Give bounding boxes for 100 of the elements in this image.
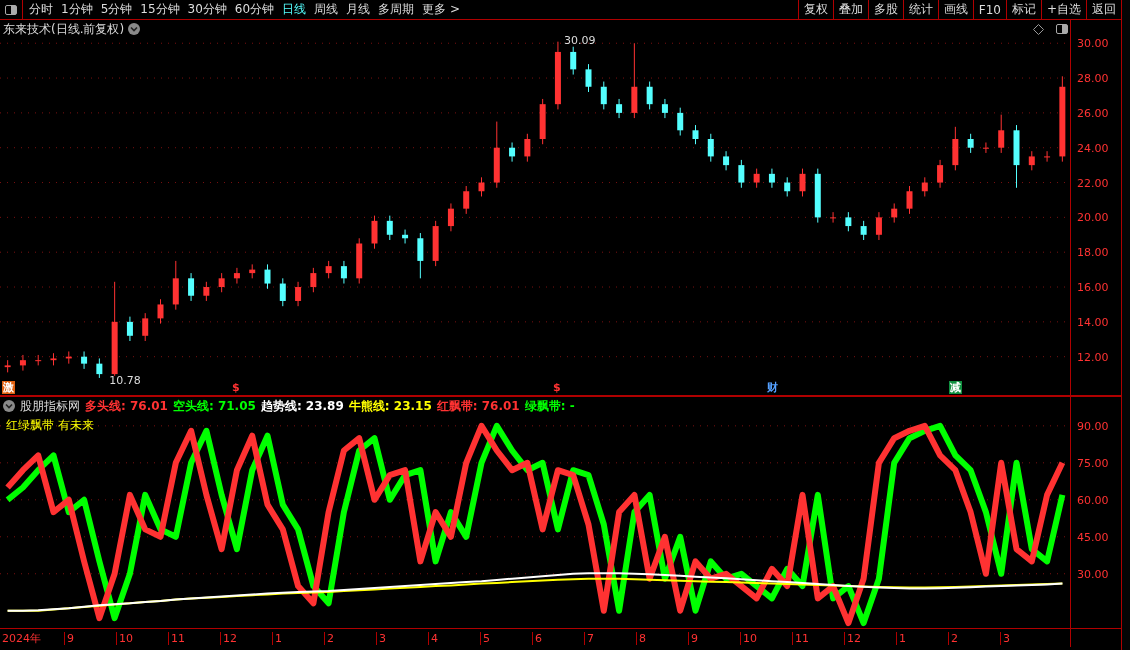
candlestick — [677, 107, 684, 136]
candlestick — [661, 98, 668, 119]
date-label: 12 — [844, 632, 896, 645]
candlestick — [845, 211, 852, 232]
candlestick — [692, 124, 699, 145]
candlestick — [784, 176, 791, 197]
candlestick — [937, 159, 944, 189]
axis-label: 90.00 — [1077, 419, 1109, 433]
candlestick — [463, 185, 470, 215]
legend-value: 多头线: 76.01 — [85, 397, 168, 415]
candlestick — [81, 350, 88, 370]
price-label: 10.78 — [109, 373, 141, 387]
legend-value: 空头线: 71.05 — [172, 397, 256, 415]
period-tab[interactable]: 周线 — [312, 1, 345, 18]
candlestick — [799, 168, 806, 197]
dropdown-icon[interactable] — [3, 400, 15, 412]
candlestick — [310, 267, 317, 293]
period-tab[interactable]: 5分钟 — [98, 1, 139, 18]
date-label: 2024年 — [1, 631, 42, 646]
axis-label: 12.00 — [1077, 350, 1109, 364]
candlestick — [447, 202, 454, 232]
price-label: 30.09 — [563, 33, 596, 47]
event-marker[interactable]: $ — [551, 381, 562, 394]
period-tab[interactable]: 60分钟 — [232, 1, 281, 18]
candlestick — [432, 220, 439, 267]
candlestick — [126, 316, 133, 342]
period-tab[interactable]: 1分钟 — [59, 1, 99, 18]
candlestick — [738, 159, 745, 189]
period-tab[interactable]: 更多 > — [420, 1, 466, 18]
event-marker[interactable]: 激 — [1, 381, 15, 394]
axis-label: 75.00 — [1077, 456, 1109, 470]
period-tab[interactable]: 30分钟 — [185, 1, 233, 18]
candlestick — [356, 237, 363, 285]
axis-label: 60.00 — [1077, 493, 1109, 507]
date-label: 6 — [532, 632, 584, 645]
candlestick — [402, 229, 409, 244]
candlestick — [539, 98, 546, 145]
candlestick — [998, 114, 1005, 154]
date-label: 3 — [1000, 632, 1052, 645]
candlestick — [478, 176, 485, 197]
axis-label: 24.00 — [1077, 141, 1109, 155]
candlestick — [203, 281, 210, 302]
candlestick — [295, 281, 302, 307]
indicator-subtitle: 红绿飘带 有未来 — [6, 417, 94, 434]
axis-label: 18.00 — [1077, 245, 1109, 259]
candlestick — [952, 126, 959, 171]
candlestick — [249, 263, 256, 279]
candlestick — [1028, 150, 1035, 171]
candlestick — [554, 41, 561, 110]
period-tab[interactable]: 日线 — [280, 1, 313, 18]
period-tab[interactable]: 月线 — [344, 1, 377, 18]
candlestick — [982, 142, 989, 154]
candlestick — [340, 260, 347, 285]
period-tab[interactable]: 分时 — [27, 1, 59, 18]
date-label: 8 — [636, 632, 688, 645]
period-tab[interactable]: 多周期 — [376, 1, 421, 18]
candlestick — [4, 359, 11, 373]
candlestick — [509, 142, 516, 163]
event-marker[interactable]: 财 — [765, 381, 779, 394]
period-tab[interactable]: 15分钟 — [138, 1, 186, 18]
candlestick — [386, 215, 393, 241]
candlestick — [616, 98, 623, 119]
candlestick — [906, 185, 913, 215]
candlestick — [707, 133, 714, 163]
date-label: 7 — [584, 632, 636, 645]
legend-value: 牛熊线: 23.15 — [348, 397, 432, 415]
panel-toggle-icon[interactable] — [1054, 22, 1070, 36]
event-marker[interactable]: $ — [230, 381, 241, 394]
event-marker[interactable]: 减 — [949, 381, 963, 394]
candlestick — [524, 133, 531, 163]
candlestick — [65, 350, 72, 365]
dropdown-icon[interactable] — [128, 23, 141, 35]
candlestick — [96, 357, 103, 379]
candlestick — [188, 272, 195, 302]
candlestick — [35, 354, 42, 366]
date-label: 1 — [272, 632, 324, 645]
candlestick — [921, 176, 928, 197]
chart-title: 东来技术(日线.前复权) — [3, 20, 125, 38]
candlestick — [142, 312, 149, 342]
candlestick — [1044, 150, 1051, 163]
candlestick — [1013, 124, 1020, 189]
axis-label: 22.00 — [1077, 176, 1109, 190]
date-label: 10 — [116, 632, 168, 645]
date-label: 2 — [324, 632, 376, 645]
candlestick — [830, 211, 837, 224]
candlestick — [875, 211, 882, 241]
candlestick — [371, 215, 378, 250]
candlestick — [493, 121, 500, 189]
date-label: 2 — [948, 632, 1000, 645]
candlestick — [768, 168, 775, 189]
diamond-icon[interactable] — [1033, 23, 1044, 35]
candlestick — [600, 81, 607, 110]
candlestick — [891, 202, 898, 224]
legend-value: 绿飘带: - — [524, 397, 575, 415]
axis-label: 20.00 — [1077, 210, 1109, 224]
date-label: 9 — [688, 632, 740, 645]
date-label: 12 — [220, 632, 272, 645]
axis-label: 26.00 — [1077, 106, 1109, 120]
candlestick — [585, 63, 592, 93]
indicator-title: 股朋指标网 — [20, 397, 80, 415]
